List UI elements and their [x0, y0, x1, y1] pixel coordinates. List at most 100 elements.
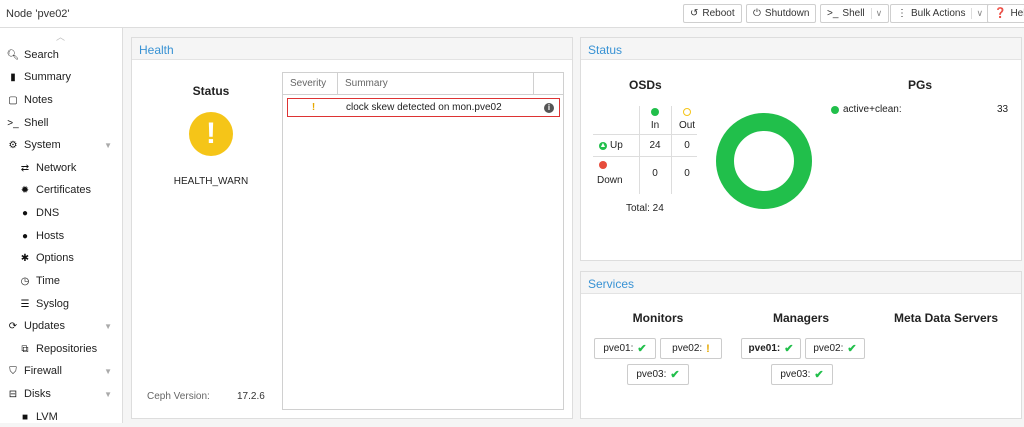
- sidebar-item-network[interactable]: ⇄ Network: [0, 158, 122, 178]
- divider: [593, 156, 697, 157]
- service-label: pve03:: [780, 369, 811, 380]
- ellipsis-vertical-icon: ⋮: [897, 8, 907, 19]
- sidebar-item-repositories[interactable]: ⧉ Repositories: [0, 339, 122, 359]
- sidebar-item-certificates[interactable]: ✹ Certificates: [0, 180, 122, 200]
- sidebar-item-label: Hosts: [36, 230, 65, 242]
- chevron-down-icon[interactable]: ∨: [870, 8, 882, 19]
- warning-icon: !: [189, 112, 233, 156]
- sidebar-item-label: DNS: [36, 207, 60, 219]
- osd-row-down: Down: [597, 161, 627, 186]
- osd-down-out: 0: [684, 168, 690, 179]
- sidebar-item-updates[interactable]: ⟳ Updates ▼: [0, 316, 122, 336]
- pg-state-count: 33: [997, 104, 1009, 115]
- divider: [671, 106, 672, 194]
- sidebar-item-label: Certificates: [36, 184, 92, 196]
- sidebar-item-summary[interactable]: ▮ Summary: [0, 67, 122, 87]
- status-panel: Status OSDs PGs In Out ▲ Up 24 0 Down 0 …: [580, 37, 1022, 261]
- sidebar-item-system[interactable]: ⚙ System ▼: [0, 135, 122, 155]
- sidebar-item-shell[interactable]: >_ Shell: [0, 113, 122, 133]
- power-icon: ⏻: [753, 8, 761, 19]
- status-panel-title: Status: [581, 38, 1021, 60]
- sidebar-item-label: Search: [24, 49, 59, 61]
- osd-total: Total: 24: [626, 203, 664, 214]
- sidebar-item-disks[interactable]: ⊟ Disks ▼: [0, 384, 122, 404]
- health-status-value: HEALTH_WARN: [173, 176, 249, 187]
- exchange-icon: ⇄: [20, 162, 30, 174]
- manager-pve02[interactable]: pve02: ✔: [805, 338, 865, 359]
- osd-row-down-label: Down: [597, 175, 623, 186]
- monitor-pve01[interactable]: pve01: ✔: [594, 338, 656, 359]
- row-summary: clock skew detected on mon.pve02: [346, 102, 502, 113]
- osd-up-in: 24: [649, 140, 661, 151]
- health-panel-title: Health: [132, 38, 572, 60]
- pg-donut-chart: [716, 113, 812, 209]
- sidebar-item-label: Firewall: [24, 365, 62, 377]
- health-status-title: Status: [192, 84, 230, 98]
- refresh-icon: ⟳: [8, 320, 18, 332]
- sidebar-item-firewall[interactable]: ⛉ Firewall ▼: [0, 361, 122, 381]
- sidebar-item-hosts[interactable]: ● Hosts: [0, 226, 122, 246]
- sidebar-item-time[interactable]: ◷ Time: [0, 271, 122, 291]
- chevron-down-icon[interactable]: ▼: [104, 322, 112, 331]
- chevron-up-icon[interactable]: ︿: [56, 30, 65, 43]
- osd-col-out: Out: [678, 120, 696, 131]
- square-icon: ■: [21, 411, 29, 423]
- help-label: Help: [1010, 8, 1024, 19]
- sidebar-item-label: Network: [36, 162, 77, 174]
- service-label: pve03:: [636, 369, 667, 380]
- check-icon: ✔: [847, 343, 857, 355]
- undo-icon: ↺: [690, 8, 699, 19]
- shield-icon: ⛉: [9, 365, 17, 377]
- sidebar-item-notes[interactable]: ▢ Notes: [0, 90, 122, 110]
- sidebar-item-label: Notes: [24, 94, 53, 106]
- ceph-version-value: 17.2.6: [237, 391, 265, 402]
- table-row[interactable]: ! clock skew detected on mon.pve02 i: [287, 98, 560, 117]
- chevron-down-icon[interactable]: ▼: [104, 367, 112, 376]
- health-panel: Health Status ! HEALTH_WARN Ceph Version…: [131, 37, 573, 419]
- sidebar-item-label: Updates: [24, 320, 65, 332]
- question-icon: ❓: [994, 8, 1007, 19]
- service-label: pve02:: [672, 343, 703, 354]
- column-header-severity[interactable]: Severity: [283, 73, 338, 94]
- cogs-icon: ⚙: [8, 139, 18, 151]
- chevron-down-icon[interactable]: ▼: [104, 390, 112, 399]
- sidebar-item-label: Shell: [24, 117, 49, 129]
- check-icon: ✔: [670, 369, 680, 381]
- info-icon[interactable]: i: [539, 102, 559, 113]
- services-panel: Services Monitors Managers Meta Data Ser…: [580, 271, 1022, 419]
- manager-pve03[interactable]: pve03: ✔: [771, 364, 833, 385]
- status-dot-in: [641, 107, 669, 119]
- sidebar-item-dns[interactable]: ● DNS: [0, 203, 122, 223]
- search-icon: 🔍︎: [6, 49, 20, 61]
- grid-header: Severity Summary: [283, 73, 563, 95]
- monitor-pve03[interactable]: pve03: ✔: [627, 364, 689, 385]
- node-title: Node 'pve02': [6, 8, 70, 20]
- manager-pve01[interactable]: pve01: ✔: [741, 338, 801, 359]
- health-grid: Severity Summary ! clock skew detected o…: [282, 72, 564, 410]
- osd-row-up: ▲ Up: [599, 140, 623, 151]
- osd-down-in: 0: [652, 168, 658, 179]
- sidebar-item-lvm[interactable]: ■ LVM: [0, 407, 122, 427]
- managers-title: Managers: [772, 311, 830, 325]
- shell-button[interactable]: >_ Shell ∨: [820, 4, 890, 23]
- sidebar: ︿ 🔍︎ Search ▮ Summary ▢ Notes >_ Shell ⚙…: [0, 28, 123, 423]
- check-icon: ✔: [814, 369, 824, 381]
- monitor-pve02[interactable]: pve02: !: [660, 338, 722, 359]
- sidebar-item-label: LVM: [36, 411, 58, 423]
- chevron-down-icon: ∨: [971, 8, 983, 19]
- help-button[interactable]: ❓ Help: [987, 4, 1024, 23]
- sidebar-item-options[interactable]: ✱ Options: [0, 248, 122, 268]
- shell-label: Shell: [842, 8, 865, 19]
- pg-state-label: active+clean:: [843, 104, 902, 115]
- shutdown-button[interactable]: ⏻ Shutdown: [746, 4, 817, 23]
- certificate-icon: ✹: [20, 184, 30, 196]
- warning-icon: !: [311, 102, 316, 113]
- column-header-summary[interactable]: Summary: [338, 73, 534, 94]
- chevron-down-icon[interactable]: ▼: [104, 141, 112, 150]
- service-label: pve01:: [603, 343, 634, 354]
- sidebar-item-syslog[interactable]: ☰ Syslog: [0, 294, 122, 314]
- sidebar-item-search[interactable]: 🔍︎ Search: [0, 45, 122, 65]
- book-icon: ▮: [10, 71, 16, 83]
- reboot-button[interactable]: ↺ Reboot: [683, 4, 742, 23]
- bulk-actions-button[interactable]: ⋮ Bulk Actions ∨: [890, 4, 991, 23]
